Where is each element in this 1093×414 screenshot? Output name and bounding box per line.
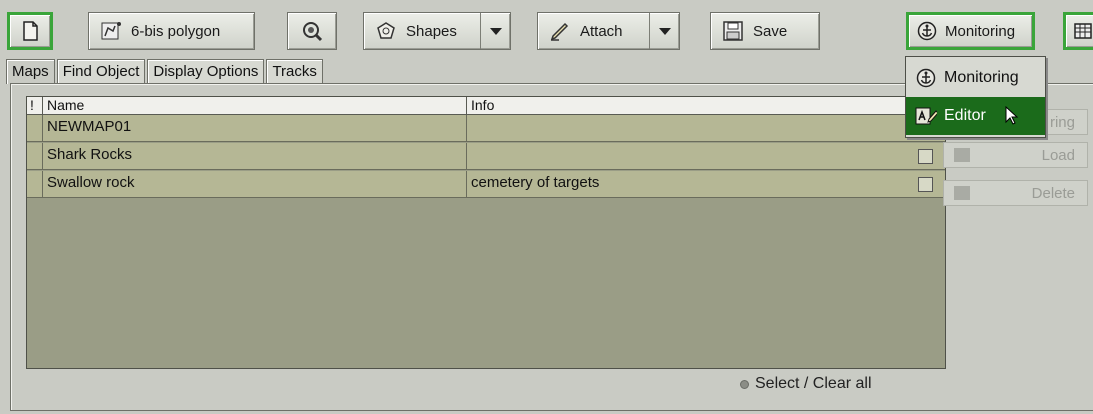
editor-icon [914, 104, 938, 128]
attach-dropdown[interactable]: Attach [537, 12, 680, 50]
shapes-label: Shapes [406, 22, 457, 40]
row-checkbox[interactable] [918, 149, 933, 164]
save-icon [721, 19, 745, 43]
delete-button[interactable]: Delete [943, 180, 1088, 206]
row-flag-cell [27, 171, 43, 198]
table-button[interactable] [1063, 12, 1093, 50]
shapes-icon [374, 19, 398, 43]
load-button[interactable]: Load [943, 142, 1088, 168]
select-clear-all-button[interactable]: Select / Clear all [740, 375, 872, 393]
anchor-icon [915, 19, 939, 43]
shapes-chevron-down-icon[interactable] [480, 13, 510, 49]
row-name-cell: Shark Rocks [43, 143, 467, 170]
polygon-button-label: 6-bis polygon [131, 22, 221, 40]
mode-label: Monitoring [945, 22, 1016, 40]
new-map-button[interactable] [7, 12, 53, 50]
menu-item-monitoring-label: Monitoring [944, 69, 1019, 86]
load-label: Load [1041, 146, 1075, 164]
new-document-icon [18, 19, 42, 43]
row-info-cell: cemetery of targets [471, 174, 600, 191]
shapes-dropdown[interactable]: Shapes [363, 12, 511, 50]
polygon-icon [99, 19, 123, 43]
table-header: ! Name Info [27, 97, 945, 115]
row-flag-cell [27, 115, 43, 142]
save-button[interactable]: Save [710, 12, 820, 50]
tab-maps[interactable]: Maps [6, 59, 55, 84]
polygon-button[interactable]: 6-bis polygon [88, 12, 255, 50]
tab-display-options[interactable]: Display Options [147, 59, 265, 83]
menu-item-monitoring[interactable]: Monitoring [906, 59, 1045, 97]
tab-find-object[interactable]: Find Object [56, 59, 146, 83]
menu-item-editor-label: Editor [944, 107, 986, 124]
mouse-cursor-icon [1000, 104, 1024, 128]
attach-pencil-icon [548, 19, 572, 43]
column-flag-header[interactable]: ! [27, 97, 43, 115]
maps-table[interactable]: ! Name Info NEWMAP01 Shark Rocks Swallow… [26, 96, 946, 369]
save-label: Save [753, 22, 788, 40]
radio-dot-icon [740, 379, 749, 389]
delete-label: Delete [1031, 184, 1075, 202]
row-info-cell [467, 143, 907, 170]
table-icon [1072, 19, 1093, 43]
row-info-cell [467, 115, 907, 142]
toolbar: 6-bis polygon Shapes Attach Save Monitor… [0, 0, 1093, 52]
anchor-icon [914, 66, 938, 90]
tab-bar: Maps Find Object Display Options Tracks [6, 59, 323, 84]
attach-label: Attach [580, 22, 623, 40]
load-icon [954, 148, 970, 162]
row-checkbox[interactable] [918, 177, 933, 192]
delete-icon [954, 186, 970, 200]
attach-chevron-down-icon[interactable] [649, 13, 679, 49]
row-name-cell: NEWMAP01 [43, 115, 467, 142]
mode-button[interactable]: Monitoring [906, 12, 1035, 50]
table-row[interactable]: NEWMAP01 [27, 115, 945, 142]
row-flag-cell [27, 143, 43, 170]
menu-item-editor[interactable]: Editor [906, 97, 1045, 135]
column-name-header[interactable]: Name [43, 97, 467, 115]
table-row[interactable]: Shark Rocks [27, 143, 945, 170]
zoom-button[interactable] [287, 12, 337, 50]
table-row[interactable]: Swallow rock cemetery of targets [27, 171, 945, 198]
mode-menu: Monitoring Editor [905, 56, 1046, 138]
tab-tracks[interactable]: Tracks [266, 59, 323, 83]
column-info-header[interactable]: Info [467, 97, 945, 115]
select-clear-all-label: Select / Clear all [755, 375, 872, 392]
magnifier-icon [300, 19, 324, 43]
side-button-partial-label: ring [1049, 113, 1075, 131]
row-name-cell: Swallow rock [43, 171, 467, 198]
